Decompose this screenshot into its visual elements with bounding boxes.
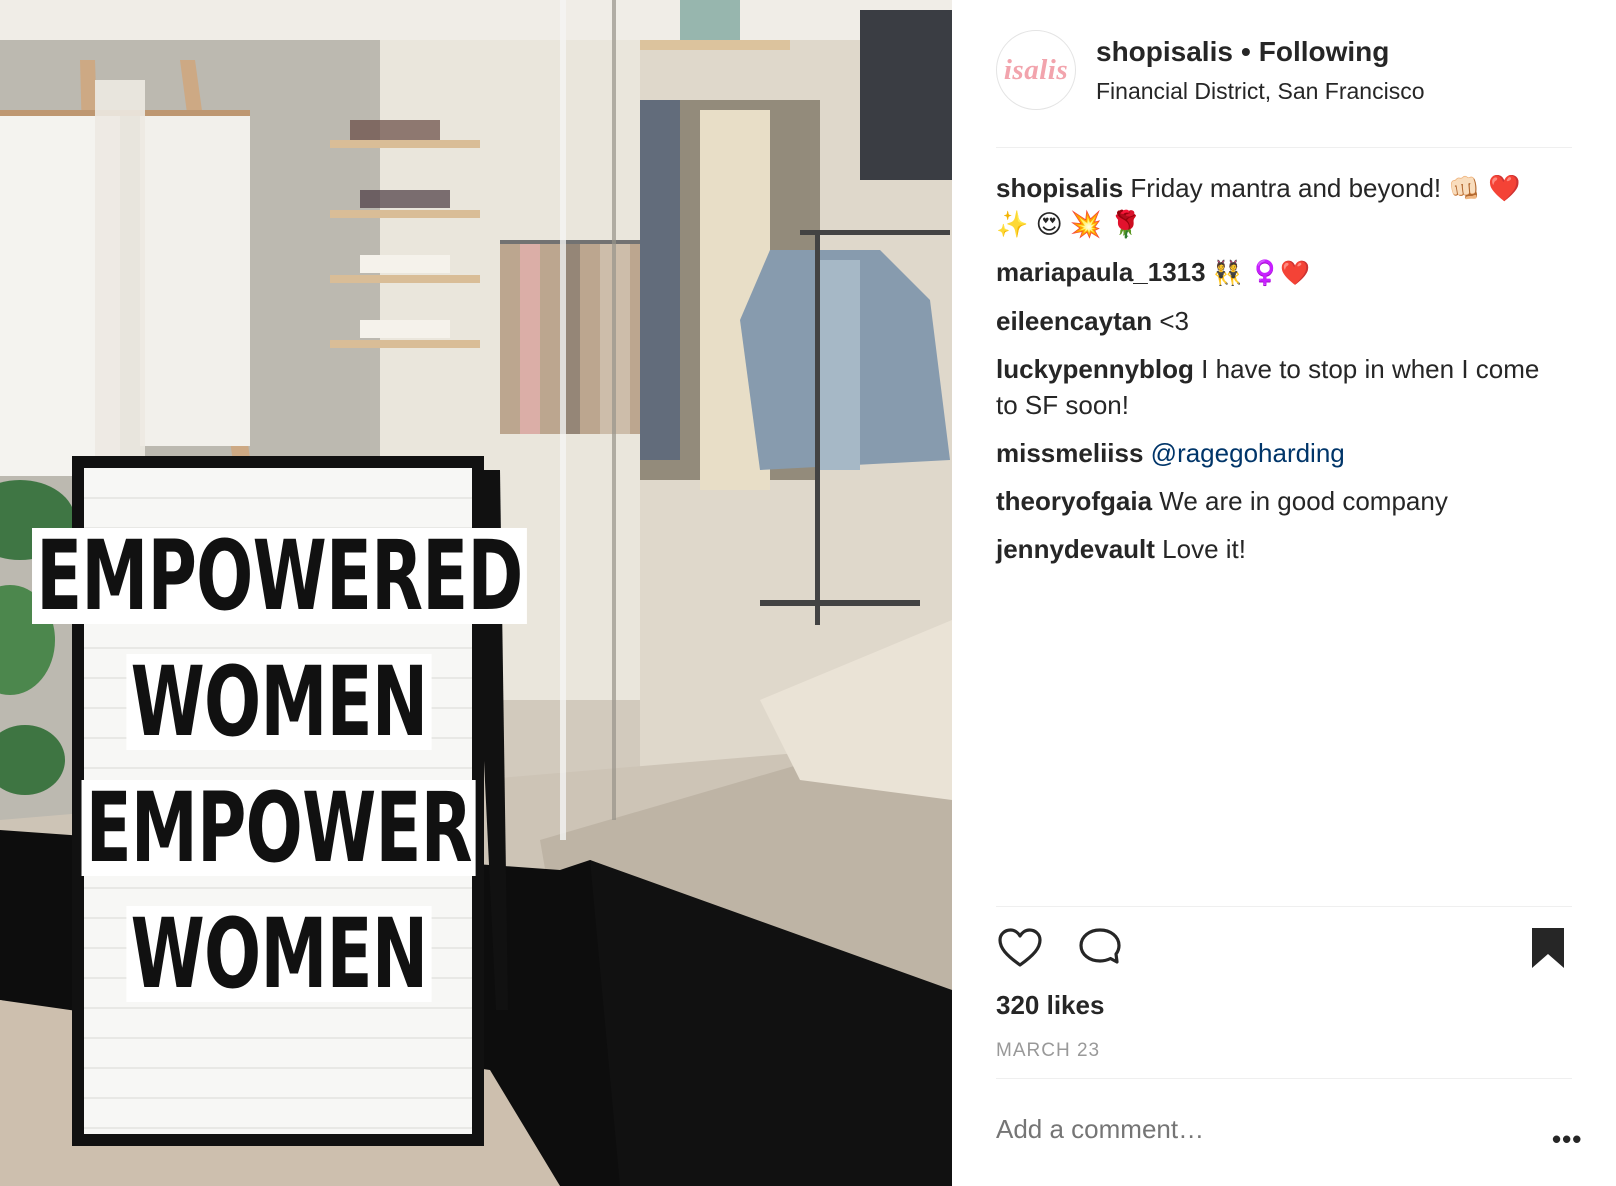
comment-username[interactable]: shopisalis <box>996 173 1123 203</box>
comment-username[interactable]: luckypennyblog <box>996 354 1194 384</box>
comment-item: missmeliiss @ragegoharding <box>996 435 1556 471</box>
letterboard-sign: EMPOWERED WOMEN EMPOWER WOMEN <box>31 476 527 1136</box>
comment-item: eileencaytan <3 <box>996 303 1556 339</box>
separator-dot: • <box>1240 36 1251 67</box>
following-button[interactable]: Following <box>1259 36 1390 67</box>
comment-username[interactable]: theoryofgaia <box>996 486 1152 516</box>
sign-line: EMPOWERED <box>31 528 527 624</box>
post-header: isalis shopisalis • Following Financial Di… <box>996 30 1576 114</box>
username-link[interactable]: shopisalis <box>1096 36 1233 67</box>
comment-text: 👯 ♀️❤️ <box>1212 259 1311 287</box>
likes-count[interactable]: 320 likes <box>996 990 1104 1021</box>
comment-username[interactable]: jennydevault <box>996 534 1155 564</box>
comment-item: mariapaula_1313 👯 ♀️❤️ <box>996 254 1556 291</box>
avatar-logo-text: isalis <box>1003 53 1069 86</box>
comment-text: We are in good company <box>1159 486 1448 516</box>
comment-text: Love it! <box>1162 534 1246 564</box>
more-options-button[interactable]: ••• <box>1552 1124 1582 1155</box>
avatar[interactable]: isalis <box>996 30 1076 110</box>
comment-username[interactable]: missmeliiss <box>996 438 1143 468</box>
bookmark-icon[interactable] <box>1524 924 1572 972</box>
comment-list: shopisalis Friday mantra and beyond! 👊🏻 … <box>996 170 1556 579</box>
post-photo[interactable]: EMPOWERED WOMEN EMPOWER WOMEN <box>0 0 952 1186</box>
comment-text: <3 <box>1159 306 1189 336</box>
actions-divider <box>996 906 1572 907</box>
comment-mention-link[interactable]: @ragegoharding <box>1151 438 1345 468</box>
add-comment-input[interactable] <box>996 1114 1476 1145</box>
location-link[interactable]: Financial District, San Francisco <box>1096 78 1425 105</box>
post-date[interactable]: MARCH 23 <box>996 1040 1100 1062</box>
post-actions <box>996 924 1572 974</box>
sign-line: EMPOWER <box>81 780 477 876</box>
header-divider <box>996 147 1572 148</box>
comment-item: jennydevault Love it! <box>996 531 1556 567</box>
sign-line: WOMEN <box>126 906 432 1002</box>
comment-item: luckypennyblog I have to stop in when I … <box>996 351 1556 423</box>
comment-item: shopisalis Friday mantra and beyond! 👊🏻 … <box>996 170 1556 242</box>
comment-username[interactable]: mariapaula_1313 <box>996 257 1206 287</box>
sign-line: WOMEN <box>126 654 432 750</box>
post-side-panel: isalis shopisalis • Following Financial Di… <box>952 0 1616 1186</box>
header-user-line: shopisalis • Following <box>1096 36 1389 68</box>
heart-icon[interactable] <box>996 924 1044 972</box>
comment-box-divider <box>996 1078 1572 1079</box>
speech-bubble-icon[interactable] <box>1076 924 1124 972</box>
comment-username[interactable]: eileencaytan <box>996 306 1152 336</box>
comment-item: theoryofgaia We are in good company <box>996 483 1556 519</box>
